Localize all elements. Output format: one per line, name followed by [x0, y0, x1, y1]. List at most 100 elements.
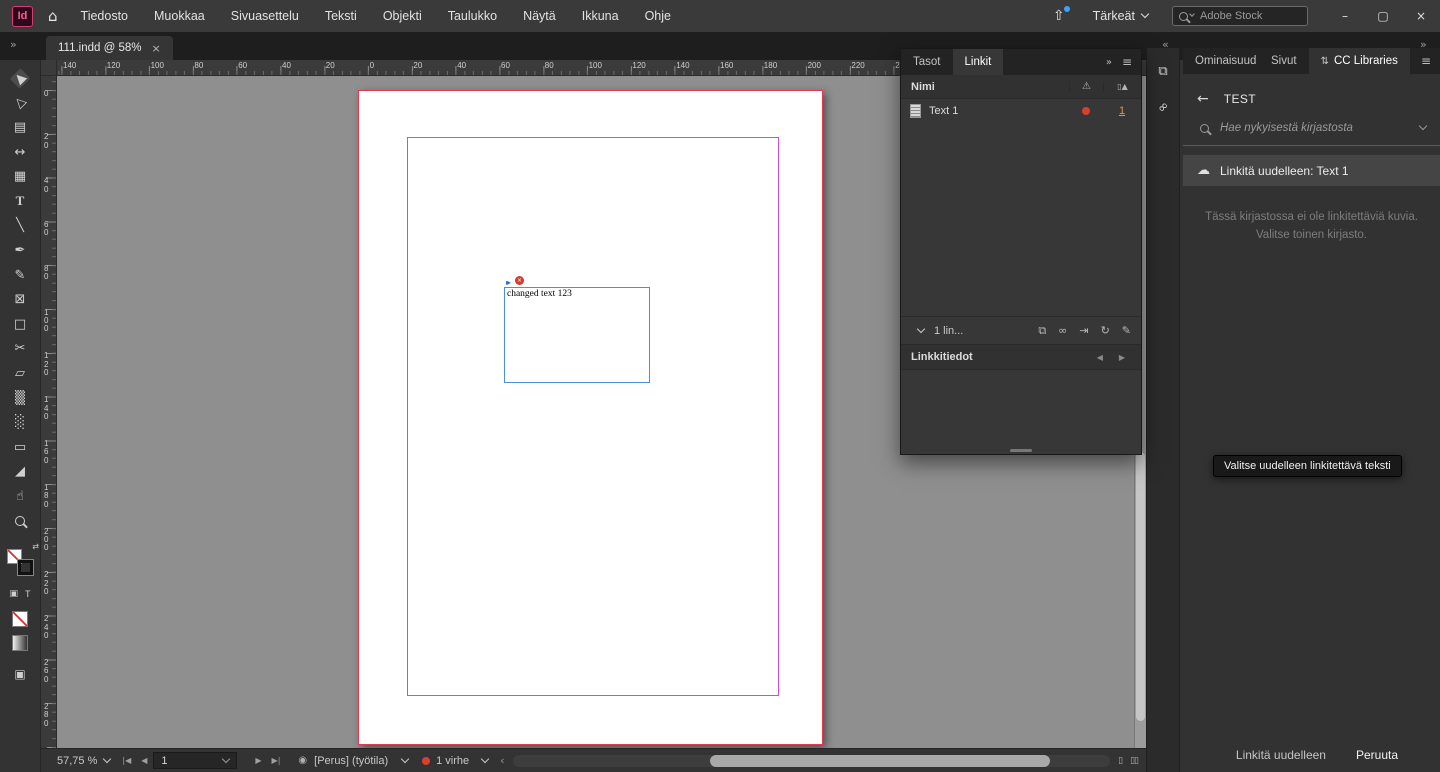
links-column-header[interactable]: Nimi ⚠ ▯▲: [901, 75, 1141, 99]
library-search[interactable]: Hae nykyisestä kirjastosta: [1183, 122, 1440, 146]
page[interactable]: changed text 123 ▸▸ ×: [358, 90, 823, 745]
fill-stroke-widget[interactable]: ⇄: [7, 549, 33, 575]
indesign-app-icon[interactable]: Id: [12, 6, 33, 27]
next-page-button[interactable]: ▶: [255, 756, 261, 765]
document-tab[interactable]: 111.indd @ 58% ×: [46, 36, 173, 60]
vertical-ruler[interactable]: 4020020406080100120140160180200220240260…: [41, 76, 57, 748]
screen-mode-button[interactable]: ▣: [14, 667, 25, 681]
menubar-item[interactable]: Ikkuna: [569, 0, 632, 32]
close-button[interactable]: ×: [1402, 0, 1440, 32]
pen-tool[interactable]: ✒: [6, 238, 34, 263]
text-frame[interactable]: changed text 123: [504, 287, 650, 383]
preflight-profile[interactable]: ◉ [Perus] (työtila): [298, 755, 408, 767]
menubar-item[interactable]: Taulukko: [435, 0, 510, 32]
prev-link-icon[interactable]: ◀: [1097, 353, 1103, 362]
cc-relink-icon[interactable]: ⧉: [1038, 324, 1046, 338]
rectangle-frame-tool[interactable]: ⊠: [6, 287, 34, 312]
links-panel-icon[interactable]: ∞: [1151, 96, 1175, 118]
rectangle-tool[interactable]: □: [6, 312, 34, 337]
gradient-swatch-tool[interactable]: ▒: [6, 386, 34, 411]
tab-cc-libraries[interactable]: ⇅CC Libraries: [1309, 48, 1410, 75]
panel-menu-icon[interactable]: ≡: [1421, 54, 1431, 68]
relink-button[interactable]: Linkitä uudelleen: [1236, 748, 1326, 762]
eyedropper-tool[interactable]: ◢: [6, 460, 34, 485]
format-container-icon[interactable]: ▣: [9, 589, 18, 599]
zoom-level[interactable]: 57,75 %: [57, 755, 110, 767]
previous-page-button[interactable]: ◀: [141, 756, 147, 765]
expand-summary-icon[interactable]: [917, 324, 925, 332]
page-number-select[interactable]: 1: [153, 752, 237, 769]
menubar-item[interactable]: Ohje: [632, 0, 684, 32]
goto-link-icon[interactable]: ⇥: [1079, 324, 1088, 338]
pencil-tool[interactable]: ✎: [6, 263, 34, 288]
modified-link-icon[interactable]: [1082, 107, 1090, 115]
menubar-item[interactable]: Näytä: [510, 0, 569, 32]
tab-ominaisuudet[interactable]: Ominaisuud: [1183, 48, 1259, 74]
modified-link-badge[interactable]: ▸▸ ×: [506, 276, 526, 289]
status-column-icon[interactable]: ⚠: [1069, 81, 1103, 92]
links-list-empty-area: [901, 123, 1141, 316]
direct-selection-tool[interactable]: ▷: [6, 91, 34, 116]
type-tool[interactable]: T: [6, 189, 34, 214]
scissors-tool[interactable]: ✂: [6, 337, 34, 362]
share-icon[interactable]: ⇧: [1053, 8, 1065, 24]
first-page-button[interactable]: |◀: [122, 756, 131, 765]
tab-sivut[interactable]: Sivut: [1259, 48, 1309, 74]
menubar-item[interactable]: Objekti: [370, 0, 435, 32]
apply-gradient-button[interactable]: [12, 635, 28, 651]
ruler-label: 160: [44, 440, 52, 465]
content-collector-tool[interactable]: ▦: [6, 164, 34, 189]
zoom-tool[interactable]: [6, 509, 34, 534]
page-column-icon[interactable]: ▯▲: [1103, 82, 1141, 91]
last-page-button[interactable]: ▶|: [272, 756, 281, 765]
link-page-number[interactable]: 1: [1103, 105, 1141, 117]
edit-original-icon[interactable]: ✎: [1122, 324, 1131, 338]
swap-fill-stroke-icon[interactable]: ⇄: [32, 542, 39, 551]
line-tool[interactable]: ╲: [6, 214, 34, 239]
tab-linkit[interactable]: Linkit: [953, 49, 1004, 75]
scroll-left-icon[interactable]: ‹: [500, 754, 504, 767]
spread-view-icon[interactable]: ▯▯: [1130, 756, 1138, 766]
maximize-button[interactable]: ▢: [1364, 0, 1402, 32]
tab-overflow-icon[interactable]: »: [10, 38, 17, 51]
gradient-feather-tool[interactable]: ░: [6, 410, 34, 435]
menubar-item[interactable]: Muokkaa: [141, 0, 218, 32]
layers-panel-icon[interactable]: ⧉: [1151, 60, 1175, 82]
format-text-icon[interactable]: T: [25, 589, 31, 599]
vertical-scrollbar-thumb[interactable]: [1136, 452, 1145, 721]
gap-tool[interactable]: ↔: [6, 140, 34, 165]
workspace-switcher[interactable]: Tärkeät: [1093, 9, 1148, 23]
tab-tasot[interactable]: Tasot: [901, 49, 953, 75]
panel-collapse-icon[interactable]: »: [1106, 57, 1112, 68]
adobe-stock-search[interactable]: Adobe Stock: [1172, 6, 1308, 26]
update-link-icon[interactable]: ↻: [1101, 324, 1110, 338]
links-summary[interactable]: 1 lin...: [934, 325, 963, 337]
menubar-item[interactable]: Tiedosto: [68, 0, 141, 32]
menubar-item[interactable]: Teksti: [312, 0, 370, 32]
note-tool[interactable]: ▭: [6, 435, 34, 460]
menubar-item[interactable]: Sivuasettelu: [218, 0, 312, 32]
free-transform-tool[interactable]: ▱: [6, 361, 34, 386]
tab-close-icon[interactable]: ×: [152, 42, 161, 55]
link-info-header[interactable]: Linkkitiedot ◀ ▶: [901, 344, 1141, 370]
stroke-swatch[interactable]: [18, 560, 33, 575]
home-icon[interactable]: ⌂: [48, 7, 58, 25]
link-row[interactable]: Text 1 1: [901, 99, 1141, 123]
hand-tool[interactable]: ☝: [6, 484, 34, 509]
horizontal-scrollbar-thumb[interactable]: [710, 755, 1051, 767]
page-tool[interactable]: ▤: [6, 115, 34, 140]
next-link-icon[interactable]: ▶: [1119, 353, 1125, 362]
panel-resize-grip[interactable]: [1010, 449, 1032, 452]
panel-menu-icon[interactable]: ≡: [1122, 55, 1132, 69]
minimize-button[interactable]: –: [1326, 0, 1364, 32]
formatting-toggle: ▣ T: [9, 589, 30, 599]
ruler-origin[interactable]: [41, 60, 57, 76]
preflight-errors[interactable]: 1 virhe: [422, 755, 488, 767]
relink-icon[interactable]: ∞: [1058, 324, 1067, 338]
single-page-view-icon[interactable]: ▯: [1118, 756, 1122, 766]
horizontal-scrollbar[interactable]: [513, 755, 1111, 767]
selection-tool[interactable]: ▶: [6, 66, 34, 91]
back-icon[interactable]: ←: [1197, 91, 1209, 107]
cancel-button[interactable]: Peruuta: [1356, 748, 1398, 762]
apply-none-button[interactable]: [12, 611, 28, 627]
